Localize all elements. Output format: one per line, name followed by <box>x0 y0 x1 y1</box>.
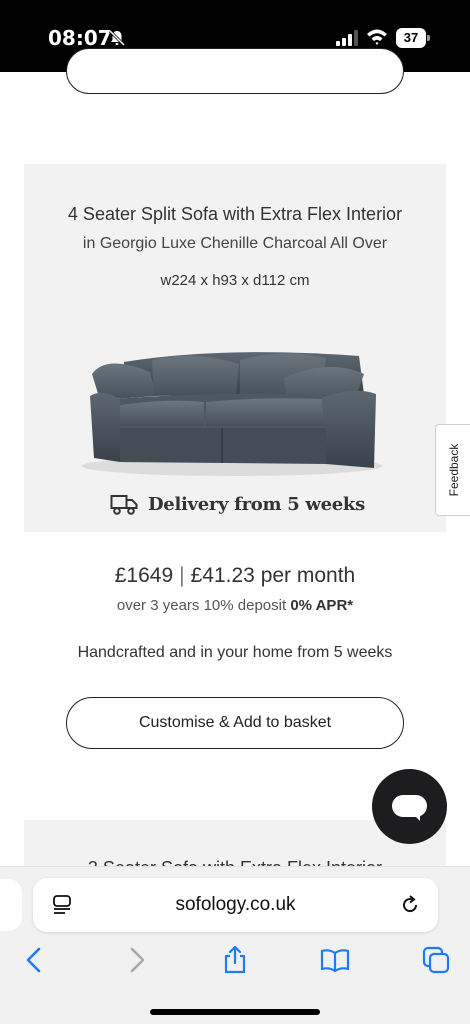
browser-toolbar: sofology.co.uk <box>0 866 470 1024</box>
chat-bubble-icon <box>392 795 427 817</box>
wifi-icon <box>367 29 387 45</box>
tabs-icon[interactable] <box>421 945 451 975</box>
price-line: £1649 | £41.23 per month <box>0 564 470 588</box>
battery-level: 37 <box>396 28 426 48</box>
bell-slash-icon <box>108 29 126 47</box>
battery-indicator: 37 <box>396 28 430 48</box>
delivery-text: Delivery from 5 weeks <box>148 493 365 515</box>
feedback-tab[interactable]: Feedback <box>435 424 470 516</box>
price-separator: | <box>179 564 185 587</box>
cellular-signal-icon <box>336 30 358 46</box>
chevron-left-icon[interactable] <box>20 945 50 975</box>
product-card[interactable]: 4 Seater Split Sofa with Extra Flex Inte… <box>24 164 446 532</box>
browser-nav <box>0 939 470 983</box>
finance-info: over 3 years 10% deposit 0% APR* <box>0 597 470 614</box>
handcrafted-note: Handcrafted and in your home from 5 week… <box>77 644 393 661</box>
previous-tab[interactable] <box>0 879 22 931</box>
price: £1649 <box>114 564 174 587</box>
delivery-truck-icon <box>110 495 138 515</box>
book-icon[interactable] <box>320 945 350 975</box>
reload-icon[interactable] <box>399 894 421 916</box>
url-text: sofology.co.uk <box>175 894 296 915</box>
delivery-info: Delivery from 5 weeks <box>110 490 365 518</box>
add-to-basket-button[interactable]: Customise & Add to basket <box>66 697 404 749</box>
product-title: 4 Seater Split Sofa with Extra Flex Inte… <box>67 204 403 224</box>
status-time: 08:07 <box>48 26 112 50</box>
product-dimensions: w224 x h93 x d112 cm <box>160 272 310 289</box>
feedback-label: Feedback <box>446 443 461 497</box>
previous-product-button[interactable] <box>66 48 404 94</box>
share-icon[interactable] <box>220 945 250 975</box>
chat-button[interactable] <box>372 769 447 844</box>
sofa-image <box>82 352 382 476</box>
finance-terms: over 3 years 10% deposit <box>116 597 287 614</box>
chevron-right-icon[interactable] <box>121 945 151 975</box>
address-bar[interactable]: sofology.co.uk <box>33 878 438 932</box>
chat-bubble-tail <box>412 813 420 821</box>
monthly-price: £41.23 per month <box>190 564 356 587</box>
home-indicator <box>150 1009 320 1015</box>
battery-nub <box>427 35 430 41</box>
product-fabric: in Georgio Luxe Chenille Charcoal All Ov… <box>82 235 388 252</box>
finance-apr: 0% APR* <box>290 597 354 614</box>
